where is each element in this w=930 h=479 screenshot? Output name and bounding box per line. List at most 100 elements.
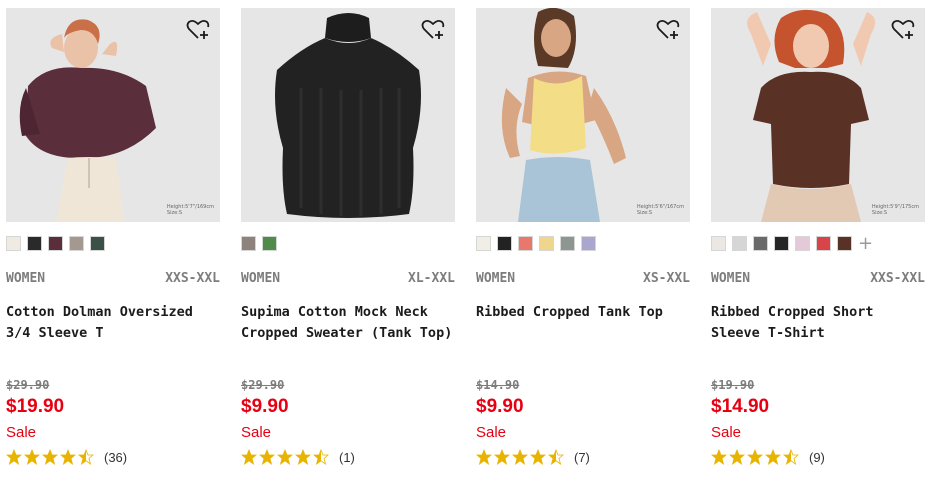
sale-price: $9.90 (476, 396, 524, 417)
model-info: Height:5'7"/169cm Size:S (166, 204, 214, 216)
star-icon (783, 449, 799, 465)
product-meta: WOMEN XL-XXL (241, 271, 455, 286)
color-swatch[interactable] (27, 236, 42, 251)
star-icon (42, 449, 58, 465)
product-name[interactable]: Supima Cotton Mock Neck Cropped Sweater … (241, 302, 455, 344)
color-swatch[interactable] (711, 236, 726, 251)
star-icon (60, 449, 76, 465)
color-swatch[interactable] (476, 236, 491, 251)
color-swatch[interactable] (837, 236, 852, 251)
wishlist-button[interactable] (421, 18, 445, 40)
color-swatch[interactable] (90, 236, 105, 251)
heart-plus-icon (656, 19, 680, 39)
product-rating[interactable]: (36) (6, 449, 127, 465)
star-icon (313, 449, 329, 465)
review-count: (9) (809, 449, 825, 465)
model-info: Height:5'9"/175cm Size:S (871, 204, 919, 216)
original-price: $29.90 (6, 378, 50, 392)
sale-price: $9.90 (241, 396, 289, 417)
wishlist-button[interactable] (891, 18, 915, 40)
star-rating (476, 449, 564, 465)
color-swatches (6, 236, 105, 251)
product-name[interactable]: Ribbed Cropped Tank Top (476, 302, 690, 323)
color-swatch[interactable] (241, 236, 256, 251)
color-swatch[interactable] (262, 236, 277, 251)
heart-plus-icon (186, 19, 210, 39)
product-photo (711, 8, 925, 222)
star-icon (241, 449, 257, 465)
heart-plus-icon (891, 19, 915, 39)
color-swatch[interactable] (753, 236, 768, 251)
product-card[interactable]: Height:5'7"/169cm Size:S WOMEN XXS-XXL C… (6, 8, 220, 479)
product-image[interactable]: Height:5'9"/175cm Size:S (711, 8, 925, 222)
star-rating (6, 449, 94, 465)
review-count: (1) (339, 449, 355, 465)
star-icon (512, 449, 528, 465)
product-card[interactable]: WOMEN XL-XXL Supima Cotton Mock Neck Cro… (241, 8, 455, 479)
color-swatch[interactable] (497, 236, 512, 251)
product-name[interactable]: Cotton Dolman Oversized 3/4 Sleeve T (6, 302, 220, 344)
star-icon (295, 449, 311, 465)
star-icon (476, 449, 492, 465)
star-icon (747, 449, 763, 465)
star-icon (530, 449, 546, 465)
product-card[interactable]: Height:5'6"/167cm Size:S WOMEN XS-XXL Ri… (476, 8, 690, 479)
star-icon (765, 449, 781, 465)
product-meta: WOMEN XXS-XXL (6, 271, 220, 286)
size-range: XXS-XXL (870, 271, 925, 286)
category-label: WOMEN (711, 271, 751, 286)
product-rating[interactable]: (7) (476, 449, 590, 465)
sale-flag: Sale (6, 424, 37, 441)
star-icon (259, 449, 275, 465)
star-icon (494, 449, 510, 465)
product-rating[interactable]: (9) (711, 449, 825, 465)
product-image[interactable]: Height:5'6"/167cm Size:S (476, 8, 690, 222)
review-count: (7) (574, 449, 590, 465)
model-info: Height:5'6"/167cm Size:S (636, 204, 684, 216)
color-swatch[interactable] (816, 236, 831, 251)
color-swatch[interactable] (774, 236, 789, 251)
size-range: XL-XXL (408, 271, 455, 286)
product-card[interactable]: Height:5'9"/175cm Size:S + WOMEN XXS-XXL… (711, 8, 925, 479)
color-swatch[interactable] (6, 236, 21, 251)
original-price: $14.90 (476, 378, 520, 392)
product-meta: WOMEN XS-XXL (476, 271, 690, 286)
color-swatch[interactable] (69, 236, 84, 251)
product-image[interactable]: Height:5'7"/169cm Size:S (6, 8, 220, 222)
sale-flag: Sale (241, 424, 272, 441)
product-meta: WOMEN XXS-XXL (711, 271, 925, 286)
product-rating[interactable]: (1) (241, 449, 355, 465)
star-icon (711, 449, 727, 465)
star-icon (24, 449, 40, 465)
sale-price: $14.90 (711, 396, 770, 417)
product-photo (6, 8, 220, 222)
color-swatch[interactable] (48, 236, 63, 251)
sale-price: $19.90 (6, 396, 65, 417)
wishlist-button[interactable] (186, 18, 210, 40)
color-swatch[interactable] (732, 236, 747, 251)
sale-flag: Sale (711, 424, 742, 441)
color-swatches: + (711, 235, 873, 253)
original-price: $29.90 (241, 378, 285, 392)
star-icon (548, 449, 564, 465)
star-icon (729, 449, 745, 465)
category-label: WOMEN (241, 271, 281, 286)
star-icon (277, 449, 293, 465)
size-range: XXS-XXL (165, 271, 220, 286)
color-swatch[interactable] (795, 236, 810, 251)
color-swatch[interactable] (581, 236, 596, 251)
original-price: $19.90 (711, 378, 755, 392)
more-colors-plus-icon[interactable]: + (858, 235, 873, 253)
color-swatch[interactable] (560, 236, 575, 251)
sale-flag: Sale (476, 424, 507, 441)
color-swatch[interactable] (539, 236, 554, 251)
color-swatch[interactable] (518, 236, 533, 251)
star-icon (78, 449, 94, 465)
product-grid: Height:5'7"/169cm Size:S WOMEN XXS-XXL C… (0, 0, 930, 479)
star-rating (241, 449, 329, 465)
product-image[interactable] (241, 8, 455, 222)
star-rating (711, 449, 799, 465)
wishlist-button[interactable] (656, 18, 680, 40)
product-photo (241, 8, 455, 222)
product-name[interactable]: Ribbed Cropped Short Sleeve T-Shirt (711, 302, 925, 344)
